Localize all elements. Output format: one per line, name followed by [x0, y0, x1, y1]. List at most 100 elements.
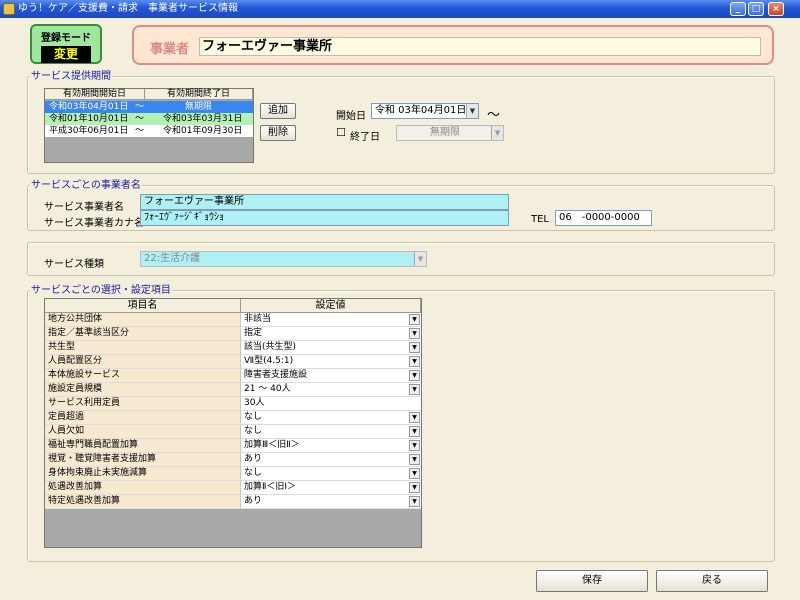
period-row[interactable]: 令和01年10月01日 ～ 令和03年03月31日	[45, 113, 253, 125]
settings-row[interactable]: 視覚・聴覚障害者支援加算 あり ▼	[45, 453, 421, 467]
chevron-down-icon[interactable]: ▼	[409, 482, 420, 493]
settings-legend: サービスごとの選択・設定項目	[30, 285, 172, 296]
provider-legend: サービスごとの事業者名	[30, 180, 142, 191]
chevron-down-icon[interactable]: ▼	[409, 468, 420, 479]
period-list[interactable]: 有効期間開始日 有効期間終了日 令和03年04月01日 ～ 無期限 令和01年1…	[44, 88, 254, 163]
setting-value[interactable]: 障害者支援施設	[241, 369, 421, 383]
period-row[interactable]: 平成30年06月01日 ～ 令和01年09月30日	[45, 125, 253, 137]
app-icon	[3, 3, 15, 15]
chevron-down-icon[interactable]: ▼	[409, 440, 420, 451]
maximize-button[interactable]: □	[748, 2, 764, 16]
period-col-end: 有効期間終了日	[145, 89, 253, 100]
title-bar: ゆう！ケア／支援費・請求 事業者サービス情報 _ □ ×	[0, 0, 800, 18]
save-button[interactable]: 保存	[536, 570, 648, 592]
setting-name: 人員配置区分	[45, 355, 241, 369]
setting-name: 定員超過	[45, 411, 241, 425]
mode-label: 登録モード	[41, 33, 91, 44]
settings-row[interactable]: 身体拘束廃止未実施減算 なし ▼	[45, 467, 421, 481]
period-tilde: ～	[135, 126, 145, 136]
setting-value[interactable]: あり	[241, 453, 421, 467]
chevron-down-icon[interactable]: ▼	[409, 384, 420, 395]
settings-col-name: 項目名	[45, 299, 241, 313]
settings-row[interactable]: 共生型 該当(共生型) ▼	[45, 341, 421, 355]
provider-kana-field[interactable]: ﾌｫｰｴｳﾞｧｰｼﾞｷﾞｮｳｼｮ	[140, 210, 509, 226]
settings-row[interactable]: 指定／基準該当区分 指定 ▼	[45, 327, 421, 341]
period-end-date: 令和01年09月30日	[163, 126, 243, 136]
settings-row[interactable]: 施設定員規模 21 ～ 40人 ▼	[45, 383, 421, 397]
settings-row[interactable]: 人員欠如 なし ▼	[45, 425, 421, 439]
period-legend: サービス提供期間	[30, 71, 112, 82]
period-end-date: 無期限	[185, 102, 213, 112]
settings-row[interactable]: 定員超過 なし ▼	[45, 411, 421, 425]
settings-row[interactable]: 本体施設サービス 障害者支援施設 ▼	[45, 369, 421, 383]
provider-name-field[interactable]: フォーエヴァー事業所	[140, 194, 509, 210]
setting-name: 地方公共団体	[45, 313, 241, 327]
back-button[interactable]: 戻る	[656, 570, 768, 592]
period-row[interactable]: 令和03年04月01日 ～ 無期限	[45, 101, 253, 113]
setting-value[interactable]: 指定	[241, 327, 421, 341]
service-type-label: サービス種類	[44, 259, 104, 270]
setting-name: 施設定員規模	[45, 383, 241, 397]
chevron-down-icon[interactable]: ▼	[409, 496, 420, 507]
setting-value[interactable]: 30人	[241, 397, 421, 411]
end-date-label: 終了日	[350, 132, 380, 143]
chevron-down-icon[interactable]: ▼	[414, 252, 426, 266]
period-col-start: 有効期間開始日	[45, 89, 145, 100]
start-date-value: 令和 03年04月01日	[375, 105, 467, 116]
chevron-down-icon[interactable]: ▼	[409, 370, 420, 381]
settings-row[interactable]: 地方公共団体 非該当 ▼	[45, 313, 421, 327]
range-tilde: ～	[487, 108, 501, 123]
settings-row[interactable]: 処遇改善加算 加算Ⅱ＜旧Ⅰ＞ ▼	[45, 481, 421, 495]
service-type-value: 22:生活介護	[144, 253, 201, 264]
add-period-button[interactable]: 追加	[260, 103, 296, 119]
chevron-down-icon[interactable]: ▼	[409, 314, 420, 325]
chevron-down-icon[interactable]: ▼	[409, 426, 420, 437]
setting-value[interactable]: 加算Ⅲ＜旧Ⅱ＞	[241, 439, 421, 453]
setting-value[interactable]: 非該当	[241, 313, 421, 327]
settings-row[interactable]: サービス利用定員 30人	[45, 397, 421, 411]
period-start-date: 令和03年04月01日	[49, 102, 129, 112]
setting-name: 指定／基準該当区分	[45, 327, 241, 341]
service-type-select[interactable]: 22:生活介護 ▼	[140, 251, 427, 267]
setting-value[interactable]: あり	[241, 495, 421, 509]
setting-value[interactable]: 加算Ⅱ＜旧Ⅰ＞	[241, 481, 421, 495]
provider-name-label: サービス事業者名	[44, 202, 124, 213]
setting-name: 特定処遇改善加算	[45, 495, 241, 509]
tel-field[interactable]: 06 -0000-0000	[555, 210, 652, 226]
close-button[interactable]: ×	[768, 2, 784, 16]
chevron-down-icon[interactable]: ▼	[466, 104, 478, 118]
settings-row[interactable]: 人員配置区分 Ⅶ型(4.5:1) ▼	[45, 355, 421, 369]
setting-name: 人員欠如	[45, 425, 241, 439]
settings-row[interactable]: 福祉専門職員配置加算 加算Ⅲ＜旧Ⅱ＞ ▼	[45, 439, 421, 453]
period-start-date: 令和01年10月01日	[49, 114, 129, 124]
minimize-button[interactable]: _	[730, 2, 746, 16]
end-date-select[interactable]: 無期限 ▼	[396, 125, 504, 141]
setting-value[interactable]: 21 ～ 40人	[241, 383, 421, 397]
period-end-date: 令和03年03月31日	[163, 114, 243, 124]
chevron-down-icon[interactable]: ▼	[491, 126, 503, 140]
setting-value[interactable]: Ⅶ型(4.5:1)	[241, 355, 421, 369]
period-tilde: ～	[135, 102, 145, 112]
start-date-label: 開始日	[336, 111, 366, 122]
chevron-down-icon[interactable]: ▼	[409, 356, 420, 367]
end-date-checkbox[interactable]: ☐	[336, 126, 346, 139]
settings-row[interactable]: 特定処遇改善加算 あり ▼	[45, 495, 421, 509]
setting-value[interactable]: なし	[241, 411, 421, 425]
delete-period-button[interactable]: 削除	[260, 125, 296, 141]
settings-grid[interactable]: 項目名 設定値 地方公共団体 非該当 ▼ 指定／基準該当区分 指定 ▼ 共生型 該当(共生型)…	[44, 298, 422, 548]
setting-value[interactable]: なし	[241, 425, 421, 439]
window-title: ゆう！ケア／支援費・請求 事業者サービス情報	[18, 3, 238, 14]
start-date-select[interactable]: 令和 03年04月01日 ▼	[371, 103, 479, 119]
setting-value[interactable]: 該当(共生型)	[241, 341, 421, 355]
chevron-down-icon[interactable]: ▼	[409, 342, 420, 353]
setting-name: 処遇改善加算	[45, 481, 241, 495]
chevron-down-icon[interactable]: ▼	[409, 412, 420, 423]
provider-kana-label: サービス事業者カナ名	[44, 218, 144, 229]
chevron-down-icon[interactable]: ▼	[409, 454, 420, 465]
business-label: 事業者	[150, 42, 190, 57]
chevron-down-icon[interactable]: ▼	[409, 328, 420, 339]
setting-name: 本体施設サービス	[45, 369, 241, 383]
business-header: 事業者 フォーエヴァー事業所	[132, 25, 774, 65]
setting-value[interactable]: なし	[241, 467, 421, 481]
setting-name: サービス利用定員	[45, 397, 241, 411]
